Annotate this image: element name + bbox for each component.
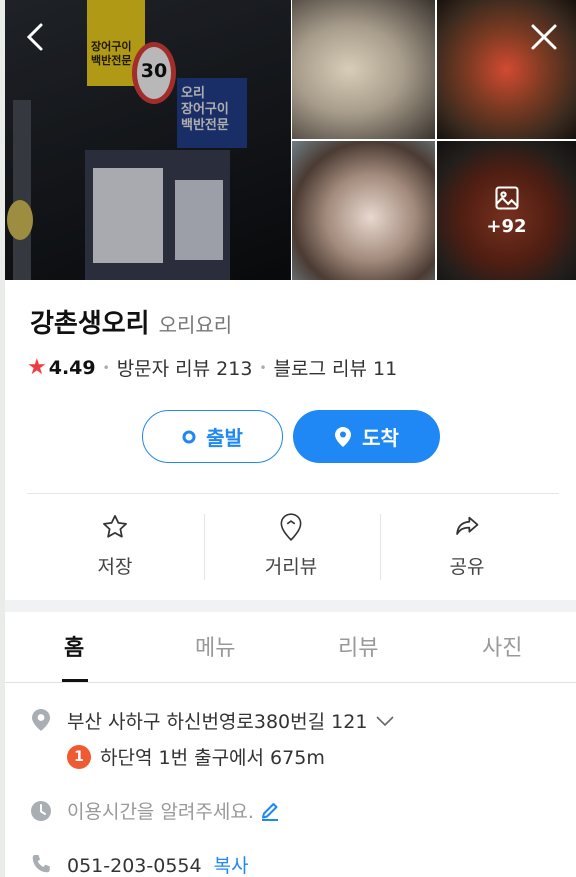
- copy-phone-button[interactable]: 복사: [214, 855, 249, 877]
- more-photos-button[interactable]: +92: [437, 141, 576, 280]
- visitor-reviews-link[interactable]: 방문자 리뷰 213: [117, 354, 253, 381]
- tab-reviews[interactable]: 리뷰: [338, 630, 378, 662]
- nearest-station: 1 하단역 1번 출구에서 675m: [67, 743, 325, 770]
- grilled-eel-photo[interactable]: [292, 0, 435, 139]
- rating-row: ★ 4.49 • 방문자 리뷰 213 • 블로그 리뷰 11: [27, 354, 398, 381]
- tab-bar: 홈 메뉴 리뷰 사진: [5, 612, 576, 683]
- place-title-row: 강촌생오리 오리요리: [30, 303, 232, 340]
- place-detail-panel: 장어구이 백반전문 30 오리 장어구이 백반전문 +92 강촌생오리 오리요리…: [5, 0, 576, 877]
- back-arrow-icon[interactable]: [19, 20, 53, 54]
- raw-eel-photo[interactable]: [292, 141, 435, 280]
- edit-pencil-icon[interactable]: [260, 801, 280, 821]
- address-row[interactable]: 부산 사하구 하신번영로380번길 121: [67, 707, 395, 734]
- hours-row[interactable]: 이용시간을 알려주세요.: [67, 797, 280, 824]
- share-button[interactable]: 공유: [377, 512, 557, 582]
- clock-icon: [31, 801, 51, 821]
- depart-button[interactable]: 출발: [142, 410, 283, 463]
- phone-icon: [32, 855, 50, 873]
- station-distance: 하단역 1번 출구에서 675m: [100, 747, 325, 769]
- active-tab-indicator: [62, 679, 88, 682]
- close-icon[interactable]: [527, 20, 561, 54]
- origin-dot-icon: [182, 430, 196, 444]
- streetview-button[interactable]: 거리뷰: [201, 512, 381, 582]
- tab-photos[interactable]: 사진: [482, 630, 522, 662]
- share-icon: [456, 516, 479, 535]
- subway-line-badge: 1: [67, 744, 91, 769]
- blog-reviews-link[interactable]: 블로그 리뷰 11: [274, 354, 398, 381]
- photo-count: +92: [486, 216, 527, 237]
- place-name: 강촌생오리: [30, 309, 150, 339]
- photo-gallery[interactable]: 장어구이 백반전문 30 오리 장어구이 백반전문 +92: [5, 0, 576, 280]
- phone-row: 051-203-0554 복사: [67, 851, 249, 877]
- star-icon: ★: [27, 355, 47, 380]
- place-category: 오리요리: [158, 313, 233, 337]
- location-pin-icon: [334, 426, 352, 448]
- save-button[interactable]: 저장: [25, 512, 205, 582]
- streetview-pin-icon: [280, 513, 302, 541]
- bookmark-star-icon: [103, 515, 127, 538]
- location-pin-icon: [32, 709, 50, 731]
- hours-placeholder: 이용시간을 알려주세요.: [67, 801, 254, 823]
- divider: [27, 493, 559, 494]
- tab-menu[interactable]: 메뉴: [195, 630, 235, 662]
- phone-number[interactable]: 051-203-0554: [67, 855, 202, 877]
- chevron-down-icon[interactable]: [375, 715, 395, 727]
- tab-home[interactable]: 홈: [64, 630, 84, 662]
- gallery-icon: [494, 186, 519, 210]
- arrive-button[interactable]: 도착: [293, 410, 440, 463]
- address-text: 부산 사하구 하신번영로380번길 121: [67, 711, 368, 733]
- rating-value: 4.49: [48, 356, 96, 379]
